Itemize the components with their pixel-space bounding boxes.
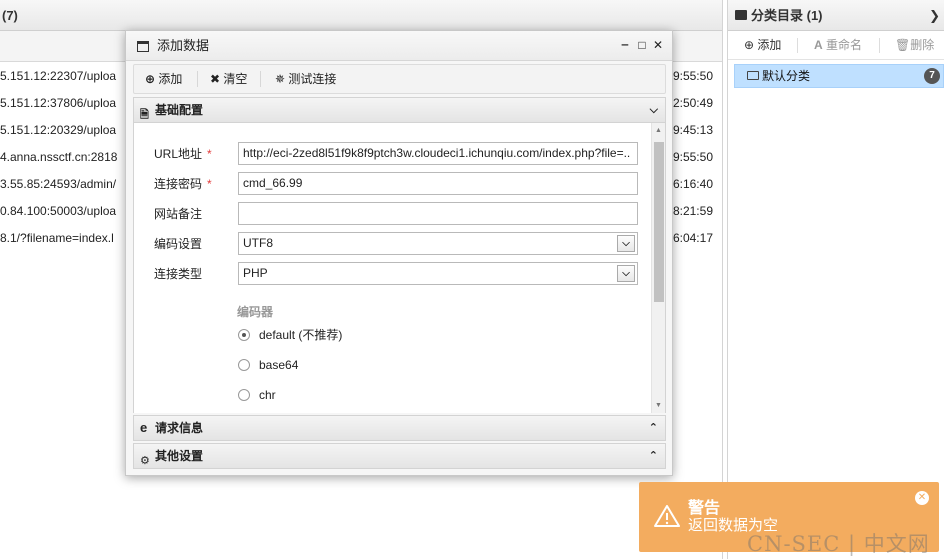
- row-time: 6:16:40: [672, 177, 713, 191]
- count-badge: 7: [924, 68, 940, 84]
- scrollbar[interactable]: ▲ ▼: [651, 123, 665, 413]
- clear-button[interactable]: ✖ 清空: [210, 65, 247, 93]
- encoding-value: UTF8: [243, 236, 273, 250]
- chevron-down-icon: ⌵: [649, 104, 658, 116]
- category-rename-button[interactable]: A 重命名: [814, 31, 862, 60]
- ie-icon: e: [140, 420, 148, 435]
- divider: [197, 71, 198, 87]
- encoding-select[interactable]: UTF8 ⌵: [238, 232, 638, 255]
- encoder-label: 编码器: [237, 305, 274, 319]
- row-url: 4.anna.nssctf.cn:2818: [0, 150, 118, 164]
- spinner-icon: ✵: [275, 72, 286, 86]
- close-button[interactable]: ✕: [651, 38, 665, 52]
- basic-config-form: URL地址 * http://eci-2zed8l51f9k8f9ptch3w.c…: [133, 123, 666, 413]
- dialog-toolbar: ⊕ 添加 ✖ 清空 ✵ 测试连接: [133, 64, 666, 94]
- row-url: 0.84.100:50003/uploa: [0, 204, 117, 218]
- plus-circle-icon: ⊕: [744, 38, 755, 52]
- minimize-button[interactable]: ‒: [618, 37, 632, 51]
- close-icon[interactable]: ✕: [915, 491, 929, 505]
- plus-circle-icon: ⊕: [145, 72, 156, 86]
- test-connection-button[interactable]: ✵ 测试连接: [275, 65, 336, 93]
- category-panel: 分类目录 (1) ❯ ⊕ 添加 A 重命名 🗑删除 默认分类 7: [727, 0, 944, 559]
- font-icon: A: [814, 38, 823, 52]
- row-url: 8.1/?filename=index.l: [0, 231, 114, 245]
- radio-base64[interactable]: [238, 359, 250, 371]
- row-time: 8:21:59: [672, 204, 713, 218]
- gears-icon: ⚙: [140, 455, 150, 467]
- radio-base64-label: base64: [259, 358, 299, 372]
- type-value: PHP: [243, 266, 268, 280]
- close-icon: ✖: [210, 72, 221, 86]
- password-label: 连接密码 *: [154, 177, 212, 191]
- category-delete-button[interactable]: 🗑删除: [895, 31, 934, 60]
- list-header: (7): [0, 0, 722, 31]
- row-time: 2:50:49: [672, 96, 713, 110]
- dialog-titlebar[interactable]: 添加数据 ‒ □ ✕: [126, 31, 672, 61]
- password-input[interactable]: cmd_66.99: [238, 172, 638, 195]
- dialog-title: 添加数据: [157, 38, 210, 53]
- watermark: CN-SEC | 中文网: [747, 532, 930, 556]
- radio-default[interactable]: [238, 329, 250, 341]
- type-select[interactable]: PHP ⌵: [238, 262, 638, 285]
- warning-icon: [654, 505, 680, 527]
- category-add-button[interactable]: ⊕ 添加: [744, 31, 781, 60]
- url-label: URL地址 *: [154, 147, 212, 161]
- scroll-up-icon[interactable]: ▲: [655, 127, 662, 134]
- category-toolbar: ⊕ 添加 A 重命名 🗑删除: [728, 31, 944, 60]
- note-label: 网站备注: [154, 207, 203, 221]
- folder-open-icon: [747, 71, 759, 80]
- radio-chr[interactable]: [238, 389, 250, 401]
- type-label: 连接类型: [154, 267, 203, 281]
- category-item-label: 默认分类: [762, 69, 811, 83]
- category-header: 分类目录 (1) ❯: [728, 0, 944, 31]
- row-time: 9:45:13: [672, 123, 713, 137]
- maximize-button[interactable]: □: [635, 38, 649, 52]
- section-request-info[interactable]: e 请求信息 ⌃: [133, 415, 666, 441]
- row-url: 5.151.12:20329/uploa: [0, 123, 117, 137]
- trash-icon: 🗑: [895, 38, 911, 52]
- section-basic-config[interactable]: 🗎 基础配置 ⌵: [133, 97, 666, 123]
- chevron-up-icon: ⌃: [648, 450, 658, 462]
- divider: [797, 38, 798, 53]
- row-time: 9:55:50: [672, 69, 713, 83]
- add-data-dialog: 添加数据 ‒ □ ✕ ⊕ 添加 ✖ 清空 ✵ 测试连接 🗎 基础配置 ⌵ URL…: [125, 30, 673, 476]
- add-button[interactable]: ⊕ 添加: [145, 65, 182, 93]
- radio-default-label: default (不推荐): [259, 328, 343, 342]
- chevron-right-icon[interactable]: ❯: [929, 0, 940, 31]
- chevron-up-icon: ⌃: [648, 422, 658, 434]
- row-url: 5.151.12:22307/uploa: [0, 69, 117, 83]
- category-title: 分类目录 (1): [751, 8, 823, 23]
- encoding-label: 编码设置: [154, 237, 203, 251]
- section-other-settings[interactable]: ⚙ 其他设置 ⌃: [133, 443, 666, 469]
- divider: [260, 71, 261, 87]
- scroll-down-icon[interactable]: ▼: [655, 402, 662, 409]
- folder-icon: [735, 10, 747, 20]
- row-url: 5.151.12:37806/uploa: [0, 96, 117, 110]
- chevron-down-icon[interactable]: ⌵: [617, 235, 635, 252]
- row-time: 9:55:50: [672, 150, 713, 164]
- category-item-default[interactable]: 默认分类 7: [734, 64, 944, 88]
- scrollbar-thumb[interactable]: [654, 142, 664, 302]
- row-url: 3.55.85:24593/admin/: [0, 177, 117, 191]
- divider: [879, 38, 880, 53]
- row-time: 6:04:17: [672, 231, 713, 245]
- chevron-down-icon[interactable]: ⌵: [617, 265, 635, 282]
- url-input[interactable]: http://eci-2zed8l51f9k8f9ptch3w.cloudeci…: [238, 142, 638, 165]
- radio-chr-label: chr: [259, 388, 276, 402]
- note-input[interactable]: [238, 202, 638, 225]
- window-icon: [137, 41, 149, 52]
